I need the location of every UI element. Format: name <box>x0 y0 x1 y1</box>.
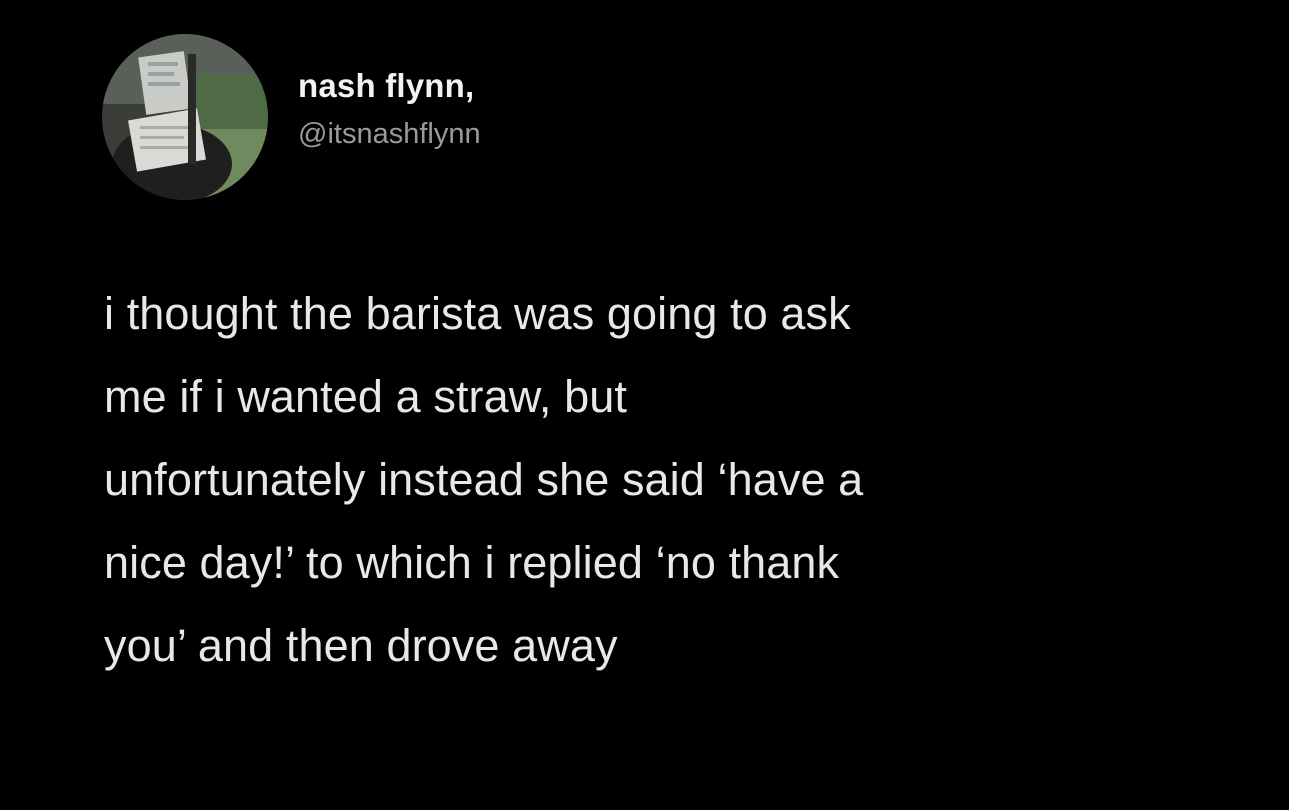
tweet-text-line: me if i wanted a straw, but <box>104 371 627 422</box>
tweet-header: nash flynn, @itsnashflynn <box>102 34 481 200</box>
tweet-text: i thought the barista was going to ask m… <box>104 272 1244 687</box>
author-names: nash flynn, @itsnashflynn <box>298 66 481 154</box>
avatar-photo-icon <box>102 34 268 200</box>
tweet-text-line: nice day!’ to which i replied ‘no thank <box>104 537 840 588</box>
tweet-text-line: you’ and then drove away <box>104 620 618 671</box>
tweet-text-line: unfortunately instead she said ‘have a <box>104 454 864 505</box>
user-handle[interactable]: @itsnashflynn <box>298 114 481 154</box>
display-name[interactable]: nash flynn, <box>298 66 481 106</box>
avatar[interactable] <box>102 34 268 200</box>
tweet-text-line: i thought the barista was going to ask <box>104 288 851 339</box>
tweet-card: nash flynn, @itsnashflynn i thought the … <box>0 0 1289 810</box>
